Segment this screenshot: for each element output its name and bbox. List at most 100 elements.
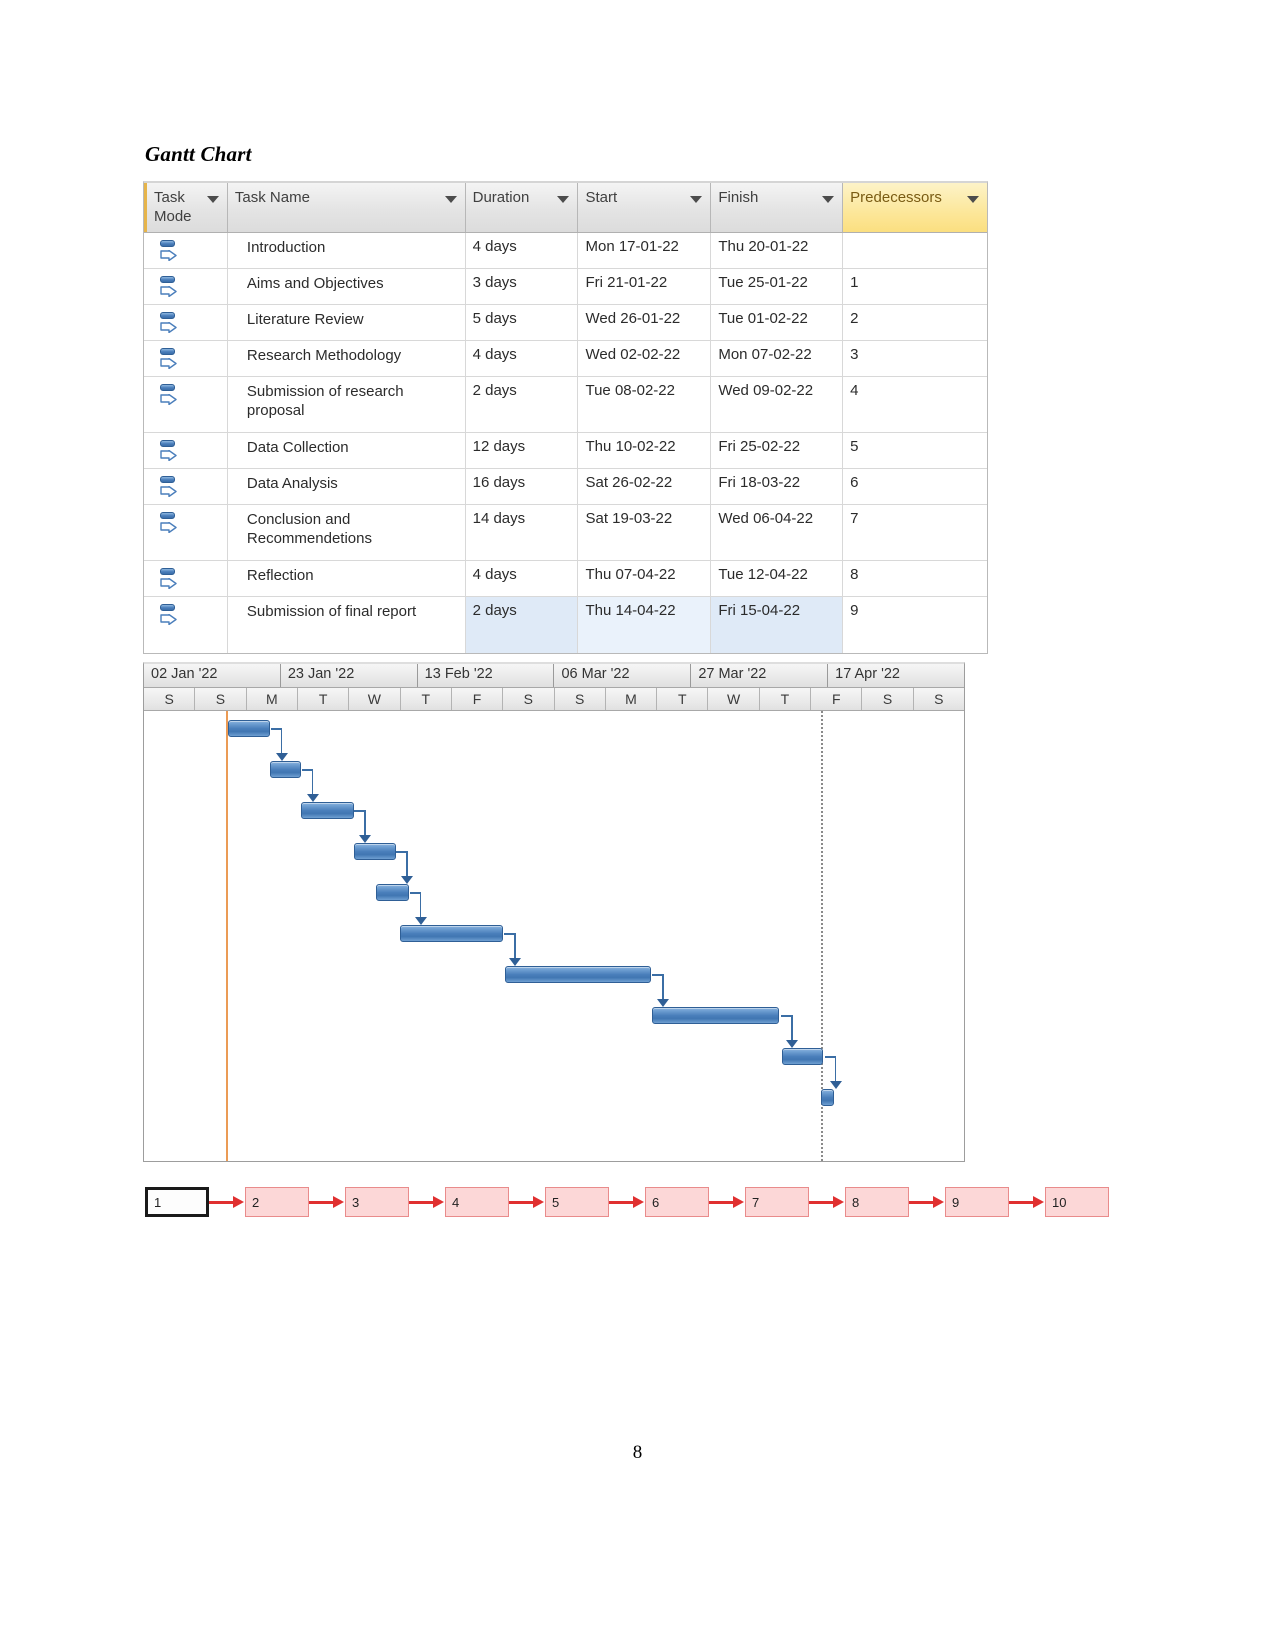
task-name-cell[interactable]: Literature Review (228, 304, 466, 340)
table-row[interactable]: Data Collection 12 days Thu 10-02-22 Fri 25… (144, 432, 987, 469)
predecessors-cell[interactable]: 6 (843, 469, 987, 504)
flow-box[interactable]: 8 (845, 1187, 909, 1217)
finish-date-cell[interactable]: Tue 12-04-22 (711, 560, 844, 596)
start-date-cell[interactable]: Sat 19-03-22 (578, 504, 712, 560)
predecessors-cell[interactable]: 3 (843, 341, 987, 376)
predecessors-cell[interactable]: 8 (843, 561, 987, 596)
duration-cell[interactable]: 14 days (466, 504, 579, 560)
duration-cell[interactable]: 4 days (466, 560, 579, 596)
start-date-cell[interactable]: Sat 26-02-22 (578, 468, 712, 504)
duration-cell[interactable]: 4 days (466, 340, 579, 376)
finish-date-cell[interactable]: Tue 25-01-22 (711, 268, 844, 304)
gantt-bar[interactable] (227, 720, 271, 737)
task-mode-cell[interactable] (144, 268, 228, 304)
finish-date-cell[interactable]: Wed 09-02-22 (711, 376, 844, 432)
task-mode-cell[interactable] (144, 504, 228, 560)
duration-cell[interactable]: 4 days (466, 232, 579, 268)
table-row[interactable]: Submission of research proposal 2 days Tue… (144, 376, 987, 433)
predecessors-cell[interactable]: 7 (843, 505, 987, 560)
table-row[interactable]: Reflection 4 days Thu 07-04-22 Tue 12-04-22… (144, 560, 987, 597)
task-mode-cell[interactable] (144, 468, 228, 504)
task-name-cell[interactable]: Data Analysis (228, 468, 466, 504)
flow-box[interactable]: 4 (445, 1187, 509, 1217)
task-mode-cell[interactable] (144, 432, 228, 468)
table-row[interactable]: Literature Review 5 days Wed 26-01-22 Tue 0… (144, 304, 987, 341)
column-header-pred[interactable]: Predecessors (843, 183, 987, 232)
task-mode-cell[interactable] (144, 232, 228, 268)
chevron-down-icon[interactable] (690, 196, 703, 203)
predecessors-cell[interactable]: 9 (843, 597, 987, 653)
finish-date-cell[interactable]: Wed 06-04-22 (711, 504, 844, 560)
chevron-down-icon[interactable] (822, 196, 835, 203)
task-name-cell[interactable]: Research Methodology (228, 340, 466, 376)
task-name-cell[interactable]: Aims and Objectives (228, 268, 466, 304)
column-header-start[interactable]: Start (578, 183, 712, 232)
duration-cell[interactable]: 2 days (466, 376, 579, 432)
table-row[interactable]: Data Analysis 16 days Sat 26-02-22 Fri 18-0… (144, 468, 987, 505)
gantt-bar[interactable] (301, 802, 354, 819)
start-date-cell[interactable]: Thu 07-04-22 (578, 560, 712, 596)
start-date-cell[interactable]: Tue 08-02-22 (578, 376, 712, 432)
finish-date-cell[interactable]: Thu 20-01-22 (711, 232, 844, 268)
duration-cell[interactable]: 5 days (466, 304, 579, 340)
flow-box[interactable]: 9 (945, 1187, 1009, 1217)
flow-box[interactable]: 7 (745, 1187, 809, 1217)
table-row[interactable]: Introduction 4 days Mon 17-01-22 Thu 20-01-… (144, 232, 987, 269)
table-row[interactable]: Aims and Objectives 3 days Fri 21-01-22 Tue… (144, 268, 987, 305)
finish-date-cell[interactable]: Fri 15-04-22 (711, 596, 844, 653)
flow-box[interactable]: 3 (345, 1187, 409, 1217)
gantt-bar[interactable] (652, 1007, 780, 1024)
duration-cell[interactable]: 12 days (466, 432, 579, 468)
predecessors-cell[interactable]: 2 (843, 305, 987, 340)
task-name-cell[interactable]: Submission of research proposal (228, 376, 466, 432)
table-row[interactable]: Submission of final report 2 days Thu 14-0… (144, 596, 987, 653)
flow-box[interactable]: 2 (245, 1187, 309, 1217)
start-date-cell[interactable]: Wed 02-02-22 (578, 340, 712, 376)
finish-date-cell[interactable]: Tue 01-02-22 (711, 304, 844, 340)
gantt-bar[interactable] (781, 1048, 823, 1065)
start-date-cell[interactable]: Mon 17-01-22 (578, 232, 712, 268)
column-header-name[interactable]: Task Name (228, 183, 466, 232)
task-mode-cell[interactable] (144, 376, 228, 432)
gantt-bar[interactable] (353, 843, 396, 860)
predecessors-cell[interactable] (843, 233, 987, 268)
chevron-down-icon[interactable] (206, 196, 219, 203)
chevron-down-icon[interactable] (967, 196, 979, 203)
task-name-cell[interactable]: Introduction (228, 232, 466, 268)
task-mode-cell[interactable] (144, 304, 228, 340)
start-date-cell[interactable]: Thu 14-04-22 (578, 596, 712, 653)
duration-cell[interactable]: 2 days (465, 596, 579, 653)
task-mode-cell[interactable] (144, 560, 228, 596)
start-date-cell[interactable]: Wed 26-01-22 (578, 304, 712, 340)
predecessors-cell[interactable]: 5 (843, 433, 987, 468)
gantt-bar[interactable] (376, 884, 409, 901)
finish-date-cell[interactable]: Fri 25-02-22 (711, 432, 844, 468)
gantt-bar[interactable] (504, 966, 651, 983)
finish-date-cell[interactable]: Mon 07-02-22 (711, 340, 844, 376)
gantt-bar[interactable] (820, 1089, 834, 1106)
predecessors-cell[interactable]: 4 (843, 377, 987, 432)
task-name-cell[interactable]: Reflection (228, 560, 466, 596)
flow-box[interactable]: 6 (645, 1187, 709, 1217)
flow-box[interactable]: 10 (1045, 1187, 1109, 1217)
duration-cell[interactable]: 3 days (466, 268, 579, 304)
finish-date-cell[interactable]: Fri 18-03-22 (711, 468, 844, 504)
table-row[interactable]: Research Methodology 4 days Wed 02-02-22 Mo… (144, 340, 987, 377)
task-name-cell[interactable]: Data Collection (228, 432, 466, 468)
duration-cell[interactable]: 16 days (466, 468, 579, 504)
flow-box[interactable]: 5 (545, 1187, 609, 1217)
table-row[interactable]: Conclusion and Recommendetions 14 days Sat… (144, 504, 987, 561)
gantt-bar[interactable] (399, 925, 504, 942)
predecessors-cell[interactable]: 1 (843, 269, 987, 304)
column-header-mode[interactable]: Task Mode (144, 183, 228, 232)
task-mode-cell[interactable] (144, 340, 228, 376)
task-name-cell[interactable]: Conclusion and Recommendetions (228, 504, 466, 560)
gantt-bar[interactable] (270, 761, 302, 778)
start-date-cell[interactable]: Fri 21-01-22 (578, 268, 712, 304)
column-header-fin[interactable]: Finish (711, 183, 844, 232)
column-header-dur[interactable]: Duration (466, 183, 579, 232)
chevron-down-icon[interactable] (444, 196, 457, 203)
start-date-cell[interactable]: Thu 10-02-22 (578, 432, 712, 468)
task-name-cell[interactable]: Submission of final report (228, 596, 466, 653)
task-mode-cell[interactable] (144, 596, 228, 653)
